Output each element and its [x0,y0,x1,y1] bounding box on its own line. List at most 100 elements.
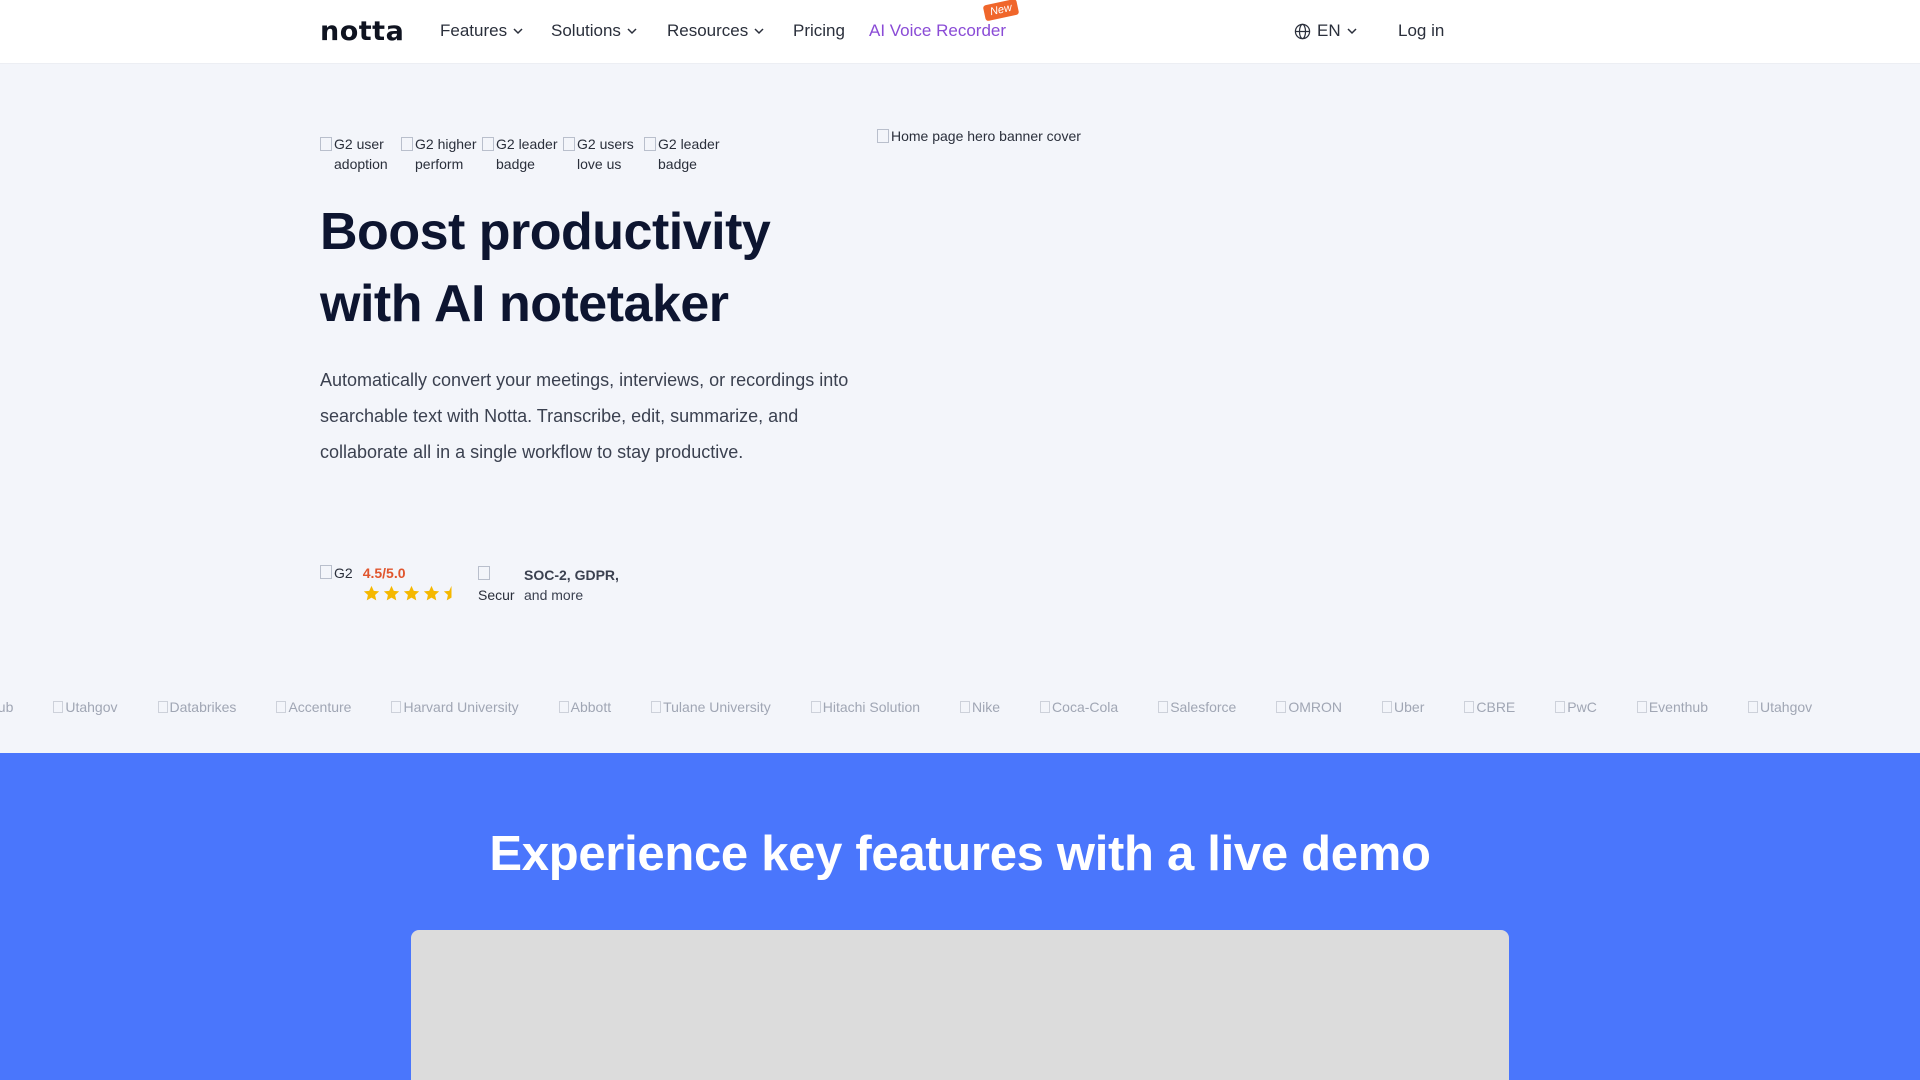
customer-logo: Hitachi Solution [810,699,921,715]
language-label: EN [1317,21,1341,40]
customer-logo: Accenture [276,699,351,715]
chevron-down-icon [627,28,637,35]
hero-banner-image: Home page hero banner cover [877,128,1081,144]
badge-alt: G2 users love us [577,136,634,172]
customer-logo: Tulane University [651,699,771,715]
customer-logo: Uber [1382,699,1424,715]
security-alt: Secur [478,587,515,603]
customer-logo-alt: Coca-Cola [1052,699,1119,715]
rating-score: 4.5/5.0 [362,565,406,581]
customer-logo: Eventhub [1636,699,1709,715]
customer-logo: CBRE [1464,699,1515,715]
customer-logo: Utahgov [53,699,118,715]
broken-image-icon [1748,701,1759,713]
customer-logo-alt: CBRE [1476,699,1516,715]
star-icon [363,585,379,601]
customer-logo-alt: Salesforce [1170,699,1237,715]
broken-image-icon [960,701,971,713]
broken-image-icon [1555,701,1566,713]
nav-resources-label: Resources [667,21,749,40]
broken-image-icon [651,701,662,713]
customer-logo-alt: Harvard University [403,699,519,715]
login-link[interactable]: Log in [1398,21,1444,41]
broken-image-icon [482,137,494,151]
customer-logo: Nike [960,699,1000,715]
broken-image-icon [157,701,168,713]
demo-player[interactable] [411,930,1509,1080]
broken-image-icon [276,701,287,713]
broken-image-icon [1276,701,1287,713]
customer-logo: OMRON [1276,699,1342,715]
hero-title: Boost productivity with AI notetaker [320,203,771,333]
broken-image-icon [401,137,413,151]
customer-logo-alt: Tulane University [663,699,771,715]
customer-logo: PwC [1555,699,1597,715]
nav-solutions[interactable]: Solutions [551,21,637,41]
chevron-down-icon [754,28,764,35]
language-selector[interactable]: EN [1294,21,1357,41]
hero-description: Automatically convert your meetings, int… [320,370,849,462]
globe-icon [1294,23,1311,39]
broken-image-icon [1040,701,1051,713]
chevron-down-icon [513,28,523,35]
customer-logo-alt: PwC [1567,699,1597,715]
customer-logo-alt: Accenture [288,699,352,715]
badge-alt: G2 user adoption [334,136,388,172]
half-star-icon [443,585,452,601]
g2-badge: G2 leader badge [482,134,563,194]
customer-logo-alt: Eventhub [1648,699,1709,715]
broken-image-icon [1636,701,1647,713]
g2-badge: G2 higher perform [401,134,482,194]
broken-image-icon [1382,701,1393,713]
star-icon [383,585,399,601]
customer-logo-alt: Uber [1394,699,1425,715]
g2-badge: G2 users love us [563,134,644,194]
customer-logo: Databrikes [157,699,236,715]
broken-image-icon [810,701,821,713]
security-bold: SOC-2, GDPR, [524,567,619,583]
notta-logo[interactable]: notta [320,16,404,47]
nav-pricing[interactable]: Pricing [793,21,845,41]
hero-banner-alt: Home page hero banner cover [891,128,1081,144]
broken-image-icon [877,129,889,143]
customer-logo-alt: Nike [972,699,1001,715]
top-nav: notta Features Solutions Resources Prici… [0,0,1920,64]
nav-features-label: Features [440,21,508,40]
broken-image-icon [558,701,569,713]
broken-image-icon [1464,701,1475,713]
nav-features[interactable]: Features [440,21,523,41]
g2-badge: G2 leader badge [644,134,725,194]
star-icon [423,585,439,601]
nav-resources[interactable]: Resources [667,21,764,41]
broken-image-icon [320,565,332,579]
customer-logos-strip: hub Utahgov Databrikes Accenture Harvard… [0,696,1910,718]
g2-rating: G2 4.5/5.0 [320,565,460,602]
badge-alt: G2 leader badge [658,136,720,172]
nav-ai-voice-recorder[interactable]: AI Voice Recorder [869,21,1006,41]
security-more: and more [524,587,584,603]
nav-solutions-label: Solutions [551,21,621,40]
broken-image-icon [563,137,575,151]
customer-logo: Coca-Cola [1040,699,1118,715]
security-compliance: Secur SOC-2, GDPR, and more [478,565,619,605]
customer-logo-alt: Abbott [570,699,612,715]
security-text: SOC-2, GDPR, and more [524,565,619,605]
broken-image-icon [53,701,64,713]
star-icon [403,585,419,601]
broken-image-icon [644,137,656,151]
rating-stars [363,585,460,602]
customer-logo-alt: Hitachi Solution [822,699,921,715]
g2-badges: G2 user adoption G2 higher perform G2 le… [320,134,725,194]
customer-logo: hub [0,699,13,715]
g2-badge: G2 user adoption [320,134,401,194]
customer-logo: Harvard University [391,699,519,715]
broken-image-icon [1158,701,1169,713]
g2-logo: G2 [320,565,353,581]
new-badge: New [982,0,1020,22]
security-image: Secur [478,565,520,605]
chevron-down-icon [1347,28,1357,35]
customer-logo-alt: Utahgov [1760,699,1813,715]
customer-logo: Abbott [558,699,612,715]
customer-logo: Utahgov [1748,699,1812,715]
badge-alt: G2 higher perform [415,136,477,172]
